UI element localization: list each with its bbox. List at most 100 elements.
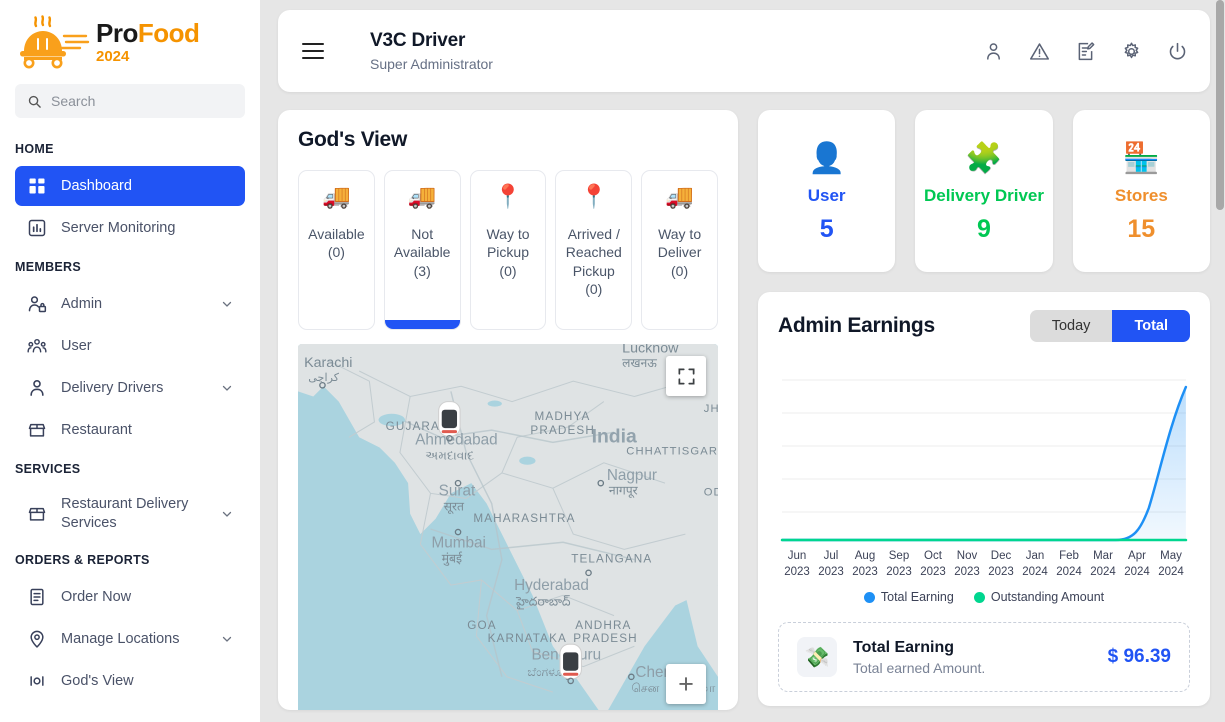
admin-earnings-card: Admin Earnings Today Total [758,292,1210,706]
bar-chart-icon [27,218,47,238]
gods-view-map[interactable]: Karachi کراچی Lucknow लखनऊ GUJARAT MADHY… [298,344,718,710]
sidebar-item-restaurant-delivery-services[interactable]: Restaurant Delivery Services [15,486,245,541]
sidebar-item-label: Server Monitoring [61,219,233,238]
food-dome-logo-icon [16,14,90,70]
store-icon [27,504,47,524]
gods-view-title: God's View [298,128,718,152]
status-tile-not-available[interactable]: 🚚 Not Available(3) [384,170,461,330]
legend-item-total-earning[interactable]: Total Earning [864,590,954,604]
brand-logo[interactable]: ProFood 2024 [0,0,260,78]
map-zoom-in-label: + [678,669,694,700]
total-earning-row[interactable]: 💸 Total Earning Total earned Amount. $ 9… [778,622,1190,692]
svg-text:Nagpur: Nagpur [607,467,657,484]
sidebar-item-user[interactable]: User [15,326,245,366]
x-tick: Sep2023 [882,549,916,580]
stat-card-user[interactable]: 👤 User 5 [758,110,895,272]
topbar: V3C Driver Super Administrator [278,10,1210,92]
svg-text:PRADESH: PRADESH [573,632,638,645]
chart-legend: Total Earning Outstanding Amount [778,590,1190,604]
stat-value: 5 [820,215,834,244]
truck-icon: 🚚 [322,185,351,213]
status-tile-way-to-pickup[interactable]: 📍 Way to Pickup(0) [470,170,547,330]
stat-cards-row: 👤 User 5 🧩 Delivery Driver 9 🏪 Stores 15 [758,110,1210,272]
status-tile-arrived-reached-pickup[interactable]: 📍 Arrived / Reached Pickup(0) [555,170,632,330]
sidebar-item-server-monitoring[interactable]: Server Monitoring [15,208,245,248]
svg-text:Mumbai: Mumbai [432,534,486,551]
status-tile-label: Way to Deliver(0) [646,225,713,280]
total-earning-text: Total Earning Total earned Amount. [853,639,1092,676]
chevron-down-icon [221,508,233,520]
legend-color-swatch [864,592,875,603]
sidebar-item-admin[interactable]: Admin [15,284,245,324]
sidebar: ProFood 2024 Search HOME Dashboard Serve… [0,0,260,722]
status-tile-label: Way to Pickup(0) [475,225,542,280]
earnings-chart[interactable] [778,370,1190,545]
delivery-truck-icon: 🚚 [665,185,694,213]
alert-triangle-icon[interactable] [1029,41,1050,62]
status-tile-available[interactable]: 🚚 Available(0) [298,170,375,330]
truck-box-icon: 🚚 [408,185,437,213]
x-tick: Jul2023 [814,549,848,580]
stat-label: Stores [1115,186,1168,206]
page-scrollbar-thumb[interactable] [1216,0,1224,210]
topbar-titles: V3C Driver Super Administrator [370,30,493,72]
search-icon [27,94,42,109]
stat-value: 9 [977,215,991,244]
svg-text:सूरत: सूरत [444,500,465,515]
svg-text:کراچی: کراچی [308,372,340,384]
gods-view-card: God's View 🚚 Available(0) 🚚 Not Availabl… [278,110,738,710]
sidebar-item-label: God's View [61,672,233,691]
driver-status-tiles: 🚚 Available(0) 🚚 Not Available(3) [298,170,718,330]
sidebar-item-restaurant[interactable]: Restaurant [15,410,245,450]
grid-icon [27,176,47,196]
brand-name-pro: Pro [96,18,138,48]
sidebar-nav: HOME Dashboard Server Monitoring MEMBERS… [0,132,260,701]
nav-section-heading-members: MEMBERS [0,250,260,282]
sidebar-item-dashboard[interactable]: Dashboard [15,166,245,206]
sidebar-item-gods-view[interactable]: God's View [15,661,245,701]
sidebar-item-label: Restaurant [61,421,233,440]
status-tile-way-to-deliver[interactable]: 🚚 Way to Deliver(0) [641,170,718,330]
chart-x-axis: Jun2023 Jul2023 Aug2023 Sep2023 Oct2023 … [778,549,1190,580]
legend-color-swatch [974,592,985,603]
profile-icon[interactable] [983,41,1004,62]
x-tick: Aug2023 [848,549,882,580]
left-column: God's View 🚚 Available(0) 🚚 Not Availabl… [278,110,738,710]
svg-text:नागपूर: नागपूर [609,483,639,498]
sidebar-item-delivery-drivers[interactable]: Delivery Drivers [15,368,245,408]
earnings-period-toggle: Today Total [1030,310,1190,342]
brand-name-food: Food [138,18,200,48]
nav-section-heading-home: HOME [0,132,260,164]
svg-text:मुंबई: मुंबई [442,552,463,567]
dashboard-columns: God's View 🚚 Available(0) 🚚 Not Availabl… [278,110,1210,710]
user-avatar-icon: 👤 [808,144,845,174]
stat-card-delivery-driver[interactable]: 🧩 Delivery Driver 9 [915,110,1052,272]
map-fullscreen-button[interactable] [666,356,706,396]
status-tile-label: Not Available(3) [389,225,456,280]
search-input[interactable]: Search [15,84,245,118]
sidebar-item-order-now[interactable]: Order Now [15,577,245,617]
toggle-today-button[interactable]: Today [1030,310,1113,342]
vehicle-marker [439,402,460,437]
topbar-actions [983,41,1188,62]
map-zoom-in-button[interactable]: + [666,664,706,704]
page-scrollbar[interactable] [1215,0,1225,722]
map-canvas: Karachi کراچی Lucknow लखनऊ GUJARAT MADHY… [298,344,718,710]
stat-card-stores[interactable]: 🏪 Stores 15 [1073,110,1210,272]
settings-gear-icon[interactable] [1121,41,1142,62]
total-earning-area [782,387,1186,540]
svg-text:Lucknow: Lucknow [622,344,679,357]
stat-label: User [808,186,846,206]
legend-item-outstanding-amount[interactable]: Outstanding Amount [974,590,1104,604]
sidebar-item-manage-locations[interactable]: Manage Locations [15,619,245,659]
sidebar-item-label: Restaurant Delivery Services [61,495,221,532]
sidebar-item-label: Dashboard [61,177,233,196]
status-tile-label: Arrived / Reached Pickup(0) [560,225,627,299]
toggle-total-button[interactable]: Total [1112,310,1190,342]
total-earning-desc: Total earned Amount. [853,660,1092,676]
note-edit-icon[interactable] [1075,41,1096,62]
x-tick: Oct2023 [916,549,950,580]
right-column: 👤 User 5 🧩 Delivery Driver 9 🏪 Stores 15 [758,110,1210,710]
power-logout-icon[interactable] [1167,41,1188,62]
hamburger-menu-button[interactable] [302,43,324,59]
